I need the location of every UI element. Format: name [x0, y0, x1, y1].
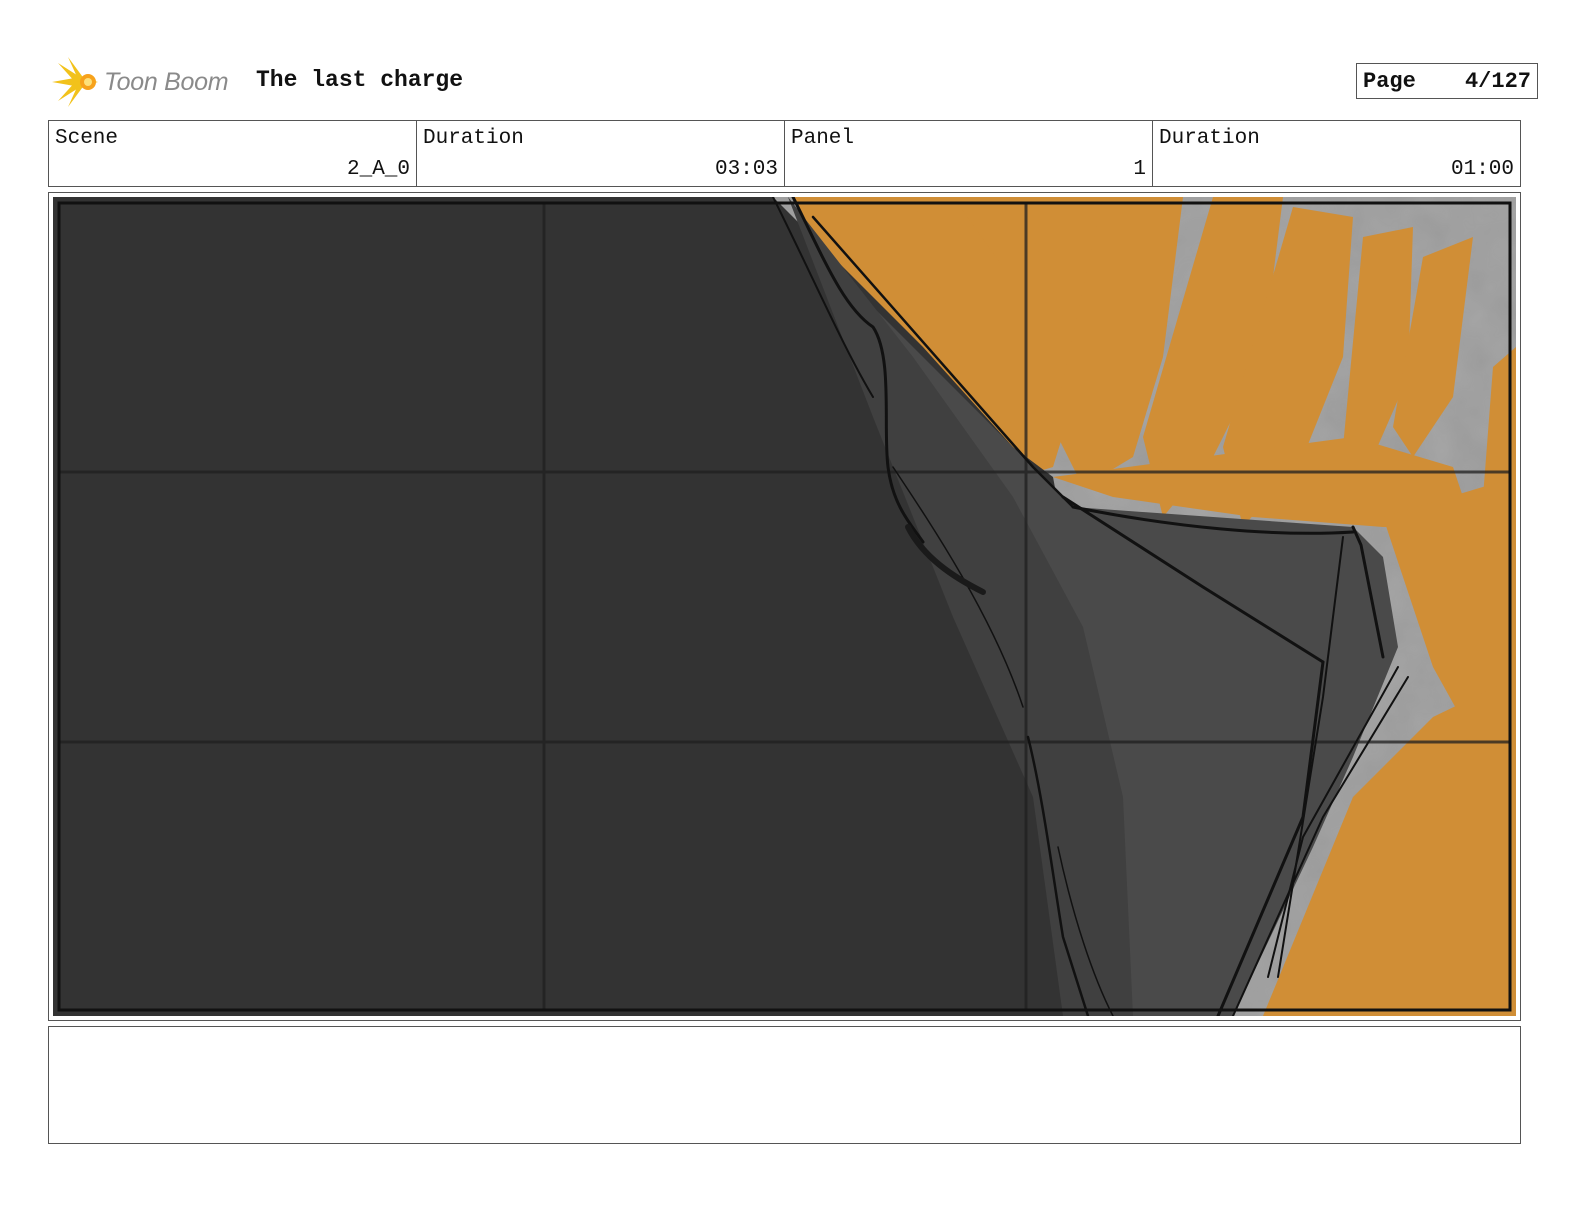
scene-cell: Scene 2_A_0: [49, 121, 417, 186]
panel-artwork: [53, 197, 1516, 1016]
panel-cell: Panel 1: [785, 121, 1153, 186]
scene-info-row: Scene 2_A_0 Duration 03:03 Panel 1 Durat…: [48, 120, 1521, 187]
logo-wordmark: Toon Boom: [104, 67, 229, 96]
page-header: Toon Boom The last charge Page 4/127: [50, 55, 1538, 111]
panel-notes-box[interactable]: [48, 1026, 1521, 1144]
panel-label: Panel: [791, 127, 855, 150]
panel-duration-value: 01:00: [1450, 158, 1514, 181]
page-number: 4/127: [1464, 68, 1531, 94]
scene-value: 2_A_0: [346, 158, 410, 181]
scene-duration-cell: Duration 03:03: [417, 121, 785, 186]
scene-label: Scene: [55, 127, 119, 150]
project-title: The last charge: [256, 67, 464, 93]
scene-duration-value: 03:03: [714, 158, 778, 181]
panel-duration-cell: Duration 01:00: [1153, 121, 1520, 186]
page-label: Page: [1363, 68, 1416, 94]
panel-duration-label: Duration: [1159, 127, 1260, 150]
toon-boom-logo-icon: [52, 57, 98, 107]
scene-duration-label: Duration: [423, 127, 524, 150]
panel-value: 1: [1133, 158, 1146, 181]
page-indicator: Page 4/127: [1356, 63, 1538, 99]
storyboard-panel: [48, 192, 1521, 1021]
toon-boom-logo: Toon Boom: [50, 57, 229, 107]
